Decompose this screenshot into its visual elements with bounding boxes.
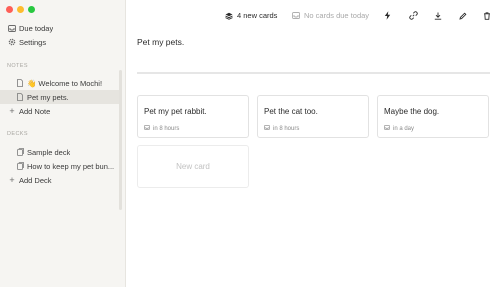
card-due-label: in 8 hours (273, 125, 300, 132)
window-controls (6, 6, 35, 13)
sidebar-item-settings[interactable]: Settings (0, 35, 120, 49)
note-item-label: 👋 Welcome to Mochi! (27, 78, 103, 88)
add-deck-label: Add Deck (19, 175, 52, 185)
card-front-text: Pet the cat too. (264, 107, 318, 116)
note-item-pet-my-pets[interactable]: Pet my pets. (0, 90, 120, 104)
sidebar-item-label: Settings (19, 37, 47, 47)
inbox-icon (5, 24, 19, 32)
card-due: in 8 hours (144, 125, 179, 132)
decks-section-label: DECKS (7, 131, 28, 137)
sidebar-item-label: Due today (19, 23, 54, 33)
copy-link-button[interactable] (408, 10, 418, 21)
download-icon (433, 11, 443, 21)
plus-icon: + (9, 175, 15, 185)
review-button[interactable] (382, 10, 392, 21)
sidebar-item-due-today[interactable]: Due today (0, 21, 120, 35)
no-cards-due-label: No cards due today (304, 11, 370, 20)
deck-icon (13, 162, 27, 170)
card-front-text: Maybe the dog. (384, 107, 440, 116)
card-due: in 8 hours (264, 125, 299, 132)
document-icon (13, 79, 27, 87)
sidebar: Due today Settings NOTES 👋 Welcome to Mo… (0, 0, 126, 287)
no-cards-due-status: No cards due today (291, 10, 369, 21)
document-icon (13, 93, 27, 101)
gear-icon (5, 38, 19, 46)
zoom-window-button[interactable] (28, 6, 35, 13)
card-due-label: in a day (393, 125, 415, 132)
new-card-button[interactable]: New card (137, 145, 249, 188)
sidebar-scrollbar[interactable] (119, 70, 122, 210)
pencil-icon (458, 11, 468, 21)
new-card-label: New card (176, 162, 210, 171)
link-icon (408, 11, 418, 21)
note-divider (137, 72, 490, 74)
deck-item-label: How to keep my pet bun... (27, 161, 115, 171)
card-due: in a day (384, 125, 414, 132)
card-due-label: in 8 hours (153, 125, 180, 132)
delete-button[interactable] (482, 10, 492, 21)
inbox-icon (144, 125, 150, 132)
add-note-button[interactable]: + Add Note (0, 104, 120, 118)
deck-icon (13, 148, 27, 156)
export-button[interactable] (433, 10, 443, 21)
card-front-text: Pet my pet rabbit. (144, 107, 207, 116)
trash-icon (482, 11, 492, 21)
inbox-icon (384, 125, 390, 132)
new-cards-button[interactable]: 4 new cards (224, 10, 277, 21)
inbox-icon (264, 125, 270, 132)
deck-item-pet-bunny[interactable]: How to keep my pet bun... (0, 159, 120, 173)
inbox-icon (291, 11, 301, 21)
minimize-window-button[interactable] (17, 6, 24, 13)
card-2[interactable]: Pet the cat too. in 8 hours (257, 95, 369, 138)
notes-section-label: NOTES (7, 63, 28, 69)
note-item-welcome[interactable]: 👋 Welcome to Mochi! (0, 76, 120, 90)
add-note-label: Add Note (19, 106, 51, 116)
stack-icon (224, 11, 234, 21)
close-window-button[interactable] (6, 6, 13, 13)
deck-item-label: Sample deck (27, 147, 71, 157)
lightning-icon (382, 11, 392, 21)
note-item-label: Pet my pets. (27, 92, 69, 102)
deck-item-sample[interactable]: Sample deck (0, 145, 120, 159)
toolbar: 4 new cards No cards due today (126, 0, 500, 30)
add-deck-button[interactable]: + Add Deck (0, 173, 120, 187)
card-1[interactable]: Pet my pet rabbit. in 8 hours (137, 95, 249, 138)
edit-button[interactable] (458, 10, 468, 21)
plus-icon: + (9, 106, 15, 116)
new-cards-label: 4 new cards (237, 11, 278, 20)
note-title[interactable]: Pet my pets. (137, 37, 184, 47)
card-3[interactable]: Maybe the dog. in a day (377, 95, 489, 138)
